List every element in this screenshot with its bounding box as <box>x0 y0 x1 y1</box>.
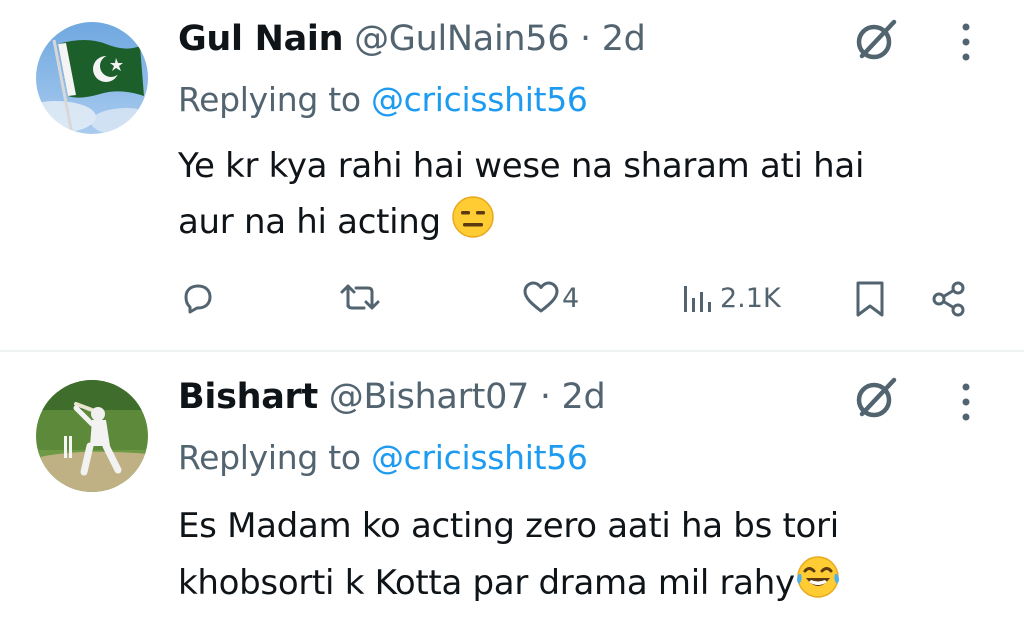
replying-prefix: Replying to <box>178 438 371 477</box>
tweet-actions: 4 2.1K <box>0 270 1024 330</box>
user-handle[interactable]: @Bishart07 <box>329 377 530 417</box>
avatar-gul-nain[interactable] <box>36 22 148 134</box>
separator-dot: · <box>539 377 551 417</box>
tweet-divider <box>0 350 1024 352</box>
more-options-icon[interactable] <box>956 20 976 64</box>
separator-dot: · <box>580 19 591 59</box>
face-with-tears-of-joy-emoji-icon <box>795 554 841 617</box>
tweet-text: Es Madam ko acting zero aati ha bs tori … <box>178 498 998 617</box>
grok-icon[interactable] <box>850 14 902 66</box>
tweet-text-line-with-emoji: aur na hi acting <box>178 194 998 256</box>
grok-icon[interactable] <box>850 372 902 424</box>
tweet-header: Bishart @Bishart07 · 2d <box>178 376 606 418</box>
timestamp[interactable]: 2d <box>602 19 646 59</box>
replying-to-mention[interactable]: @cricisshit56 <box>371 438 588 477</box>
display-name[interactable]: Bishart <box>178 377 318 417</box>
tweet-text-line: Es Madam ko acting zero aati ha bs tori <box>178 506 839 546</box>
share-button[interactable] <box>930 280 968 318</box>
expressionless-face-emoji-icon <box>451 195 495 256</box>
tweet-text: Ye kr kya rahi hai wese na sharam ati ha… <box>178 138 998 256</box>
more-options-icon[interactable] <box>956 380 976 424</box>
replying-to: Replying to @cricisshit56 <box>178 80 588 120</box>
views-button[interactable]: 2.1K <box>682 280 781 316</box>
display-name[interactable]: Gul Nain <box>178 19 344 59</box>
bookmark-icon <box>856 281 884 317</box>
tweet-header: Gul Nain @GulNain56 · 2d <box>178 18 646 60</box>
retweet-button[interactable] <box>340 280 380 316</box>
tweet-text-line: aur na hi acting <box>178 202 441 242</box>
like-count: 4 <box>562 282 580 314</box>
views-analytics-icon <box>684 286 711 312</box>
reply-icon <box>184 284 212 314</box>
replying-to: Replying to @cricisshit56 <box>178 438 588 478</box>
user-handle[interactable]: @GulNain56 <box>354 19 569 59</box>
bookmark-button[interactable] <box>854 280 886 318</box>
replying-prefix: Replying to <box>178 80 371 119</box>
reply-button[interactable] <box>180 280 216 316</box>
like-button[interactable]: 4 <box>522 280 579 316</box>
pakistan-flag-avatar-image <box>36 22 148 134</box>
share-icon <box>932 281 965 317</box>
tweet-text-line: khobsorti k Kotta par drama mil rahy <box>178 563 795 603</box>
heart-icon <box>523 281 559 313</box>
tweet-text-line: Ye kr kya rahi hai wese na sharam ati ha… <box>178 146 865 186</box>
cricket-batsman-avatar-image <box>36 380 148 492</box>
views-count: 2.1K <box>720 282 781 314</box>
timestamp[interactable]: 2d <box>562 377 606 417</box>
retweet-icon <box>340 284 380 310</box>
replying-to-mention[interactable]: @cricisshit56 <box>371 80 588 119</box>
tweet-text-line-with-emoji: khobsorti k Kotta par drama mil rahy <box>178 554 998 617</box>
avatar-bishart[interactable] <box>36 380 148 492</box>
